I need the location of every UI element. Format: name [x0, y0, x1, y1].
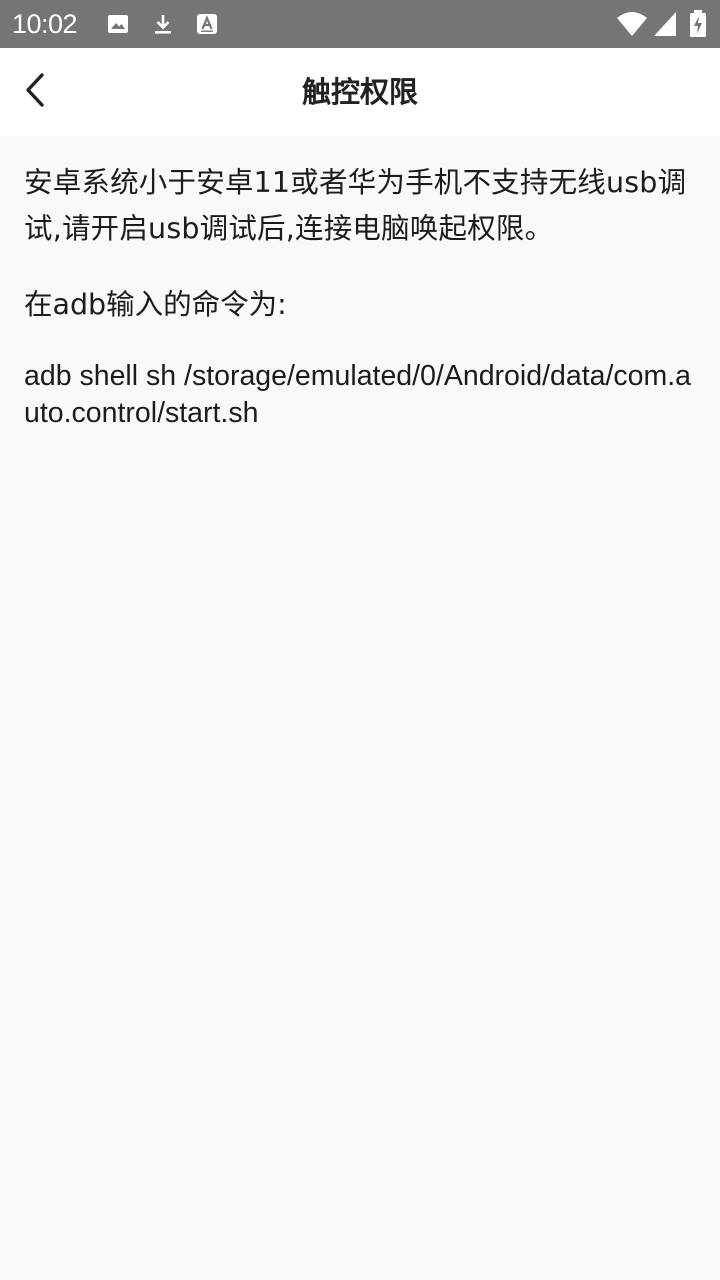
adb-command-text: adb shell sh /storage/emulated/0/Android… [24, 360, 691, 429]
content-area: 安卓系统小于安卓11或者华为手机不支持无线usb调试,请开启usb调试后,连接电… [24, 160, 696, 432]
chevron-left-icon [22, 72, 50, 112]
status-time: 10:02 [12, 9, 78, 39]
back-button[interactable] [8, 64, 64, 120]
page-title: 触控权限 [301, 75, 418, 109]
status-bar: 10:02 [0, 0, 720, 48]
image-icon [106, 12, 130, 36]
battery-charging-icon [688, 10, 708, 38]
app-header: 触控权限 [0, 48, 720, 136]
command-label: 在adb输入的命令为: [24, 288, 287, 321]
wifi-icon [616, 10, 648, 38]
font-a-icon [195, 12, 219, 36]
cell-signal-icon [652, 10, 678, 38]
description-text: 安卓系统小于安卓11或者华为手机不支持无线usb调试,请开启usb调试后,连接电… [24, 166, 687, 245]
download-icon [151, 12, 175, 36]
